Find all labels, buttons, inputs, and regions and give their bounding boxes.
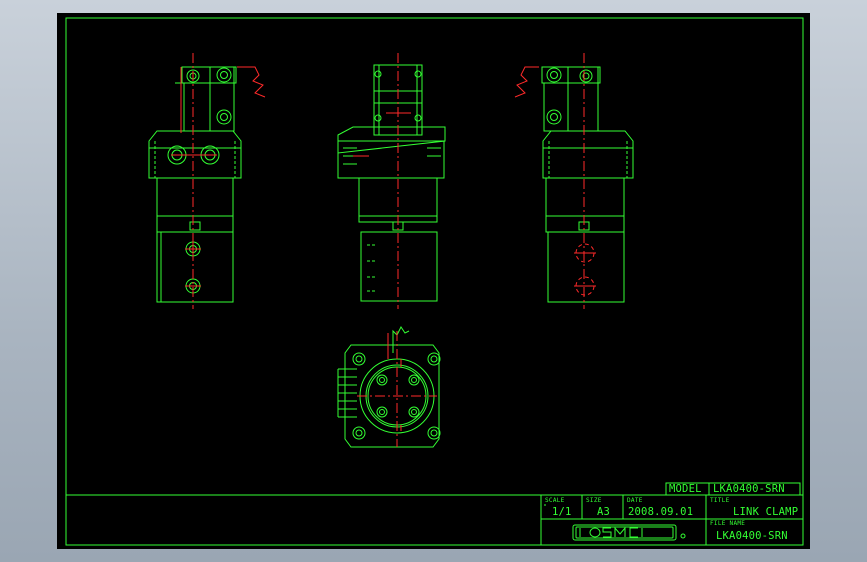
model-value: LKA0400-SRN: [713, 483, 785, 495]
date-label: DATE: [627, 497, 643, 504]
kosmek-logo-letters: [579, 526, 643, 538]
model-label: MODEL: [669, 483, 702, 495]
side-view: [337, 53, 446, 309]
size-label: SIZE: [586, 497, 602, 504]
file-name-value: LKA0400-SRN: [716, 530, 788, 542]
title-label: TITLE: [710, 497, 730, 504]
file-name-label: FILE NAME: [710, 520, 746, 527]
title-value: LINK CLAMP: [733, 506, 799, 518]
front-view: [148, 53, 266, 309]
sheet-border: [65, 17, 804, 546]
cad-drawing: [65, 17, 804, 546]
drawing-sheet: MODEL LKA0400-SRN SCALE 1/1 SIZE A3 DATE…: [57, 13, 810, 549]
size-value: A3: [597, 506, 611, 518]
scale-label: SCALE: [545, 497, 565, 504]
top-view: [337, 326, 441, 448]
scale-value: 1/1: [552, 506, 572, 518]
date-value: 2008.09.01: [628, 506, 694, 518]
right-view: [514, 53, 634, 309]
